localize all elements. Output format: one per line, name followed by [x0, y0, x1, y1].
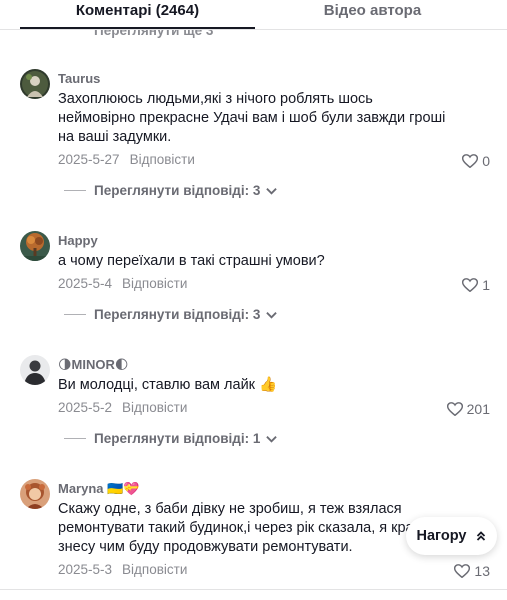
reply-button[interactable]: Відповісти	[130, 152, 195, 167]
chevron-down-icon	[266, 187, 278, 195]
heart-icon	[462, 278, 479, 292]
comment-username[interactable]: Happy	[58, 233, 98, 248]
like-button[interactable]: 201	[446, 401, 490, 417]
comment-username[interactable]: Taurus	[58, 71, 100, 86]
comment-username[interactable]: Maryna 🇺🇦💝	[58, 481, 140, 497]
comment-meta: 2025-5-4 Відповісти	[58, 276, 187, 291]
tab-divider	[0, 29, 507, 30]
comment-meta: 2025-5-2 Відповісти	[58, 400, 187, 415]
chevron-down-icon	[266, 435, 278, 443]
heart-icon	[446, 402, 463, 416]
avatar[interactable]	[20, 355, 50, 385]
view-replies-button[interactable]: Переглянути відповіді: 1	[64, 431, 278, 446]
replies-divider	[64, 314, 86, 315]
reply-button[interactable]: Відповісти	[122, 400, 187, 415]
view-replies-button[interactable]: Переглянути відповіді: 3	[64, 183, 278, 198]
comment-date: 2025-5-4	[58, 276, 113, 291]
avatar[interactable]	[20, 69, 50, 99]
comment-date: 2025-5-3	[58, 562, 113, 577]
replies-divider	[64, 438, 86, 439]
avatar[interactable]	[20, 231, 50, 261]
comment-meta: 2025-5-27 Відповісти	[58, 152, 195, 167]
like-count: 201	[466, 401, 490, 417]
avatar-image-icon	[20, 479, 50, 509]
like-count: 1	[482, 277, 490, 293]
comment-text: Скажу одне, з баби дівку не зробиш, я те…	[58, 501, 434, 555]
avatar-image-icon	[20, 69, 50, 99]
like-count: 0	[482, 153, 490, 169]
comment-text: Ви молодці, ставлю вам лайк 👍	[58, 377, 278, 393]
avatar-image-icon	[20, 355, 50, 385]
view-replies-label: Переглянути відповіді: 3	[94, 183, 261, 198]
chevron-down-icon	[266, 311, 278, 319]
like-button[interactable]: 1	[462, 277, 490, 293]
tab-bar: Коментарі (2464) Відео автора	[0, 0, 507, 30]
bottom-divider	[0, 589, 507, 590]
comment-text: а чому переїхали в такі страшні умови?	[58, 253, 325, 269]
comment-date: 2025-5-2	[58, 400, 113, 415]
avatar[interactable]	[20, 479, 50, 509]
comment-date: 2025-5-27	[58, 152, 120, 167]
view-replies-button[interactable]: Переглянути відповіді: 3	[64, 307, 278, 322]
avatar-image-icon	[20, 231, 50, 261]
like-count: 13	[474, 563, 490, 579]
double-chevron-up-icon	[477, 531, 486, 541]
comment-text: Захоплююсь людьми,які з нічого роблять ш…	[58, 91, 446, 145]
comment-username[interactable]: 🌗MINOR🌓	[58, 357, 128, 373]
like-button[interactable]: 0	[462, 153, 490, 169]
reply-button[interactable]: Відповісти	[122, 276, 187, 291]
back-to-top-button[interactable]: Нагору	[406, 517, 497, 555]
view-replies-label: Переглянути відповіді: 3	[94, 307, 261, 322]
heart-icon	[462, 154, 479, 168]
comment-meta: 2025-5-3 Відповісти	[58, 562, 187, 577]
back-to-top-label: Нагору	[416, 528, 467, 544]
replies-divider	[64, 190, 86, 191]
tab-comments[interactable]: Коментарі (2464)	[20, 0, 255, 30]
like-button[interactable]: 13	[454, 563, 490, 579]
view-replies-label: Переглянути відповіді: 1	[94, 431, 261, 446]
tab-author-videos[interactable]: Відео автора	[255, 0, 490, 30]
heart-icon	[454, 564, 471, 578]
reply-button[interactable]: Відповісти	[122, 562, 187, 577]
